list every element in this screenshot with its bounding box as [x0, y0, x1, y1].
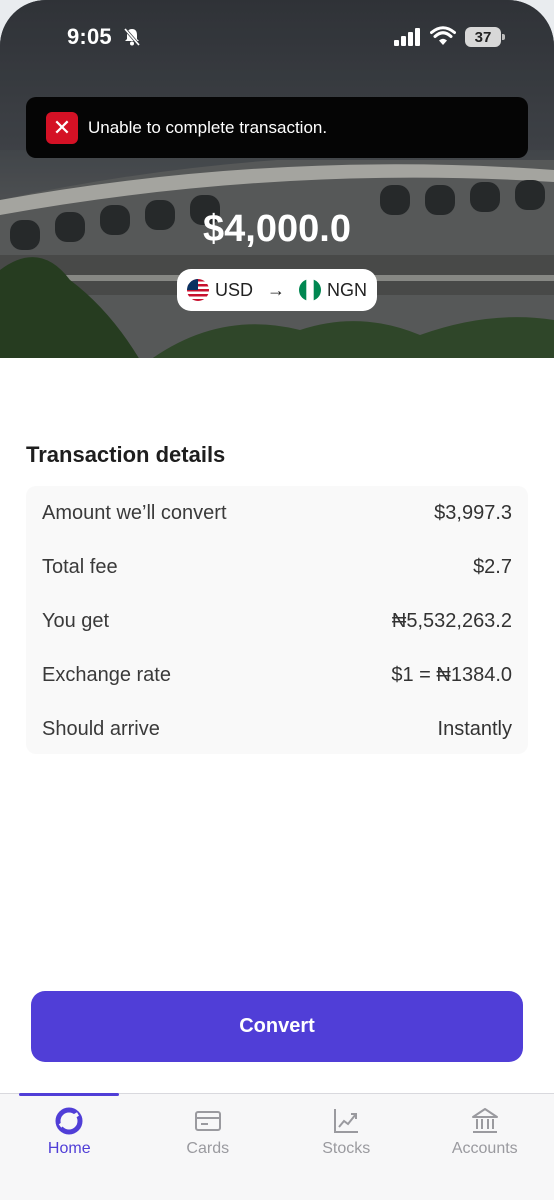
active-tab-indicator [19, 1093, 119, 1096]
cellular-signal-icon [394, 28, 420, 46]
tab-label: Stocks [322, 1140, 371, 1157]
chart-icon [334, 1109, 359, 1133]
detail-row-amount: Amount we’ll convert $3,997.3 [42, 486, 512, 540]
arrow-right-icon: → [267, 279, 285, 300]
tab-label: Home [47, 1140, 91, 1157]
detail-label: Should arrive [42, 717, 160, 740]
bank-icon [471, 1108, 498, 1133]
to-currency: NGN [327, 279, 367, 300]
tab-label: Accounts [451, 1140, 518, 1157]
detail-row-fee: Total fee $2.7 [42, 540, 512, 594]
tab-home[interactable]: Home [0, 1093, 139, 1200]
nigeria-flag-icon [299, 279, 321, 301]
detail-value: $3,997.3 [434, 501, 512, 524]
from-currency: USD [214, 279, 253, 300]
tab-stocks[interactable]: Stocks [277, 1094, 416, 1200]
tab-label: Cards [186, 1140, 230, 1157]
status-bar: 9:05 37 [0, 0, 554, 76]
detail-label: Amount we’ll convert [42, 501, 227, 524]
conversion-amount: $4,000.0 [203, 208, 351, 250]
detail-label: Exchange rate [42, 663, 171, 686]
detail-label: You get [42, 609, 110, 632]
card-icon [194, 1111, 221, 1131]
tab-cards[interactable]: Cards [139, 1094, 278, 1200]
status-time: 9:05 [67, 24, 112, 49]
detail-value: Instantly [437, 717, 512, 740]
detail-row-you-get: You get ₦5,532,263.2 [42, 594, 512, 648]
convert-button[interactable]: Convert [31, 991, 523, 1062]
transaction-details-card: Amount we’ll convert $3,997.3 Total fee … [26, 486, 528, 754]
detail-row-arrival: Should arrive Instantly [42, 702, 512, 756]
home-logo-icon [55, 1107, 83, 1135]
battery-indicator: 37 [465, 27, 505, 47]
phone-screen: 9:05 37 ✕ Unable to complete transaction… [0, 0, 554, 1200]
detail-value: $2.7 [473, 555, 512, 578]
error-toast[interactable]: ✕ Unable to complete transaction. [26, 97, 528, 158]
transaction-details-title: Transaction details [26, 442, 226, 467]
close-x-icon: ✕ [46, 111, 78, 144]
bottom-tab-bar: Home Cards Stocks Accounts [0, 1093, 554, 1200]
toast-message: Unable to complete transaction. [88, 117, 328, 137]
bell-muted-icon [123, 28, 141, 46]
detail-row-exchange-rate: Exchange rate $1 = ₦1384.0 [42, 648, 512, 702]
wifi-icon [430, 26, 456, 45]
detail-value: ₦5,532,263.2 [391, 609, 512, 632]
tab-accounts[interactable]: Accounts [416, 1094, 554, 1200]
detail-label: Total fee [42, 555, 118, 578]
currency-pair-pill[interactable]: USD → NGN [177, 269, 377, 311]
us-flag-icon [186, 279, 209, 301]
detail-value: $1 = ₦1384.0 [391, 663, 512, 686]
